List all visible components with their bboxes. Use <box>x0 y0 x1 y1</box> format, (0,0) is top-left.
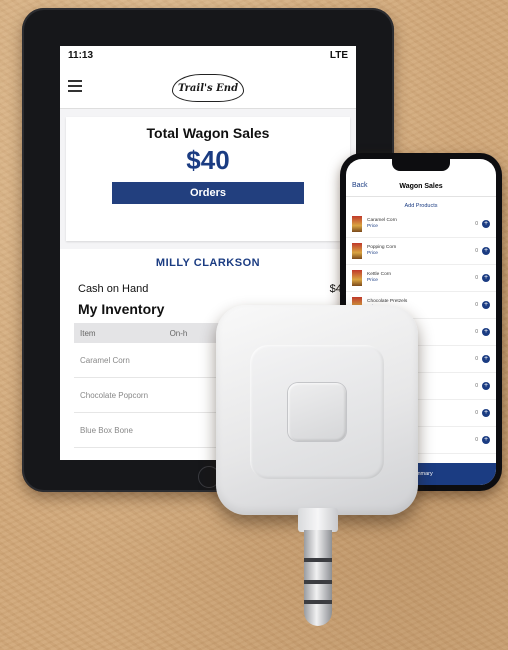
card-reader <box>216 305 418 515</box>
product-name: Caramel Corn <box>367 218 397 223</box>
product-qty: 0 <box>475 221 478 227</box>
hamburger-menu-icon[interactable] <box>68 80 82 95</box>
product-item[interactable]: Caramel Corn Price 0 + <box>346 211 496 238</box>
product-qty: 0 <box>475 275 478 281</box>
product-qty: 0 <box>475 356 478 362</box>
add-product-icon[interactable]: + <box>482 436 490 444</box>
status-time: 11:13 <box>68 49 94 61</box>
product-qty: 0 <box>475 410 478 416</box>
product-name: Chocolate Pretzels <box>367 299 408 304</box>
sales-amount: $40 <box>186 145 230 175</box>
cash-label: Cash on Hand <box>78 283 149 295</box>
product-qty: 0 <box>475 329 478 335</box>
square-logo-icon <box>288 383 346 441</box>
phone-header: Back Wagon Sales <box>346 176 496 197</box>
product-qty: 0 <box>475 437 478 443</box>
product-text: Kettle Corn Price <box>367 272 447 284</box>
product-qty: 0 <box>475 248 478 254</box>
phone-title: Wagon Sales <box>399 182 443 190</box>
inventory-header-onhand: On-h <box>169 328 188 338</box>
product-thumbnail <box>352 243 362 259</box>
audio-jack-plug <box>304 530 332 626</box>
jack-ring <box>304 600 332 604</box>
add-product-icon[interactable]: + <box>482 328 490 336</box>
jack-ring <box>304 558 332 562</box>
product-price: Price <box>367 224 378 229</box>
product-thumbnail <box>352 270 362 286</box>
audio-jack-collar <box>298 508 338 532</box>
product-qty: 0 <box>475 383 478 389</box>
product-name: Popping Corn <box>367 245 397 250</box>
status-network: LTE <box>329 49 348 61</box>
sales-title: Total Wagon Sales <box>146 125 270 141</box>
add-product-icon[interactable]: + <box>482 247 490 255</box>
product-thumbnail <box>352 216 362 232</box>
card-reader-face <box>250 345 384 479</box>
add-product-icon[interactable]: + <box>482 301 490 309</box>
status-bar: 11:13 LTE <box>60 46 356 64</box>
add-products-label: Add Products <box>404 203 438 209</box>
seller-name: MILLY CLARKSON <box>155 257 261 269</box>
app-header: Trail's End <box>60 64 356 109</box>
add-product-icon[interactable]: + <box>482 355 490 363</box>
add-product-icon[interactable]: + <box>482 382 490 390</box>
cash-on-hand-row: Cash on Hand $40 <box>60 269 356 295</box>
product-name: Kettle Corn <box>367 272 391 277</box>
product-text: Caramel Corn Price <box>367 218 447 230</box>
sales-summary-card: Total Wagon Sales $40 Orders <box>66 117 350 241</box>
product-price: Price <box>367 278 378 283</box>
add-product-icon[interactable]: + <box>482 274 490 282</box>
product-price: Price <box>367 251 378 256</box>
product-item[interactable]: Kettle Corn Price 0 + <box>346 265 496 292</box>
product-qty: 0 <box>475 302 478 308</box>
trails-end-logo: Trail's End <box>172 74 244 102</box>
add-product-icon[interactable]: + <box>482 409 490 417</box>
jack-ring <box>304 580 332 584</box>
phone-notch <box>392 159 450 171</box>
inventory-header-item: Item <box>80 328 96 338</box>
back-button[interactable]: Back <box>352 182 368 189</box>
product-text: Popping Corn Price <box>367 245 447 257</box>
orders-button[interactable]: Orders <box>112 182 304 204</box>
product-item[interactable]: Popping Corn Price 0 + <box>346 238 496 265</box>
add-product-icon[interactable]: + <box>482 220 490 228</box>
